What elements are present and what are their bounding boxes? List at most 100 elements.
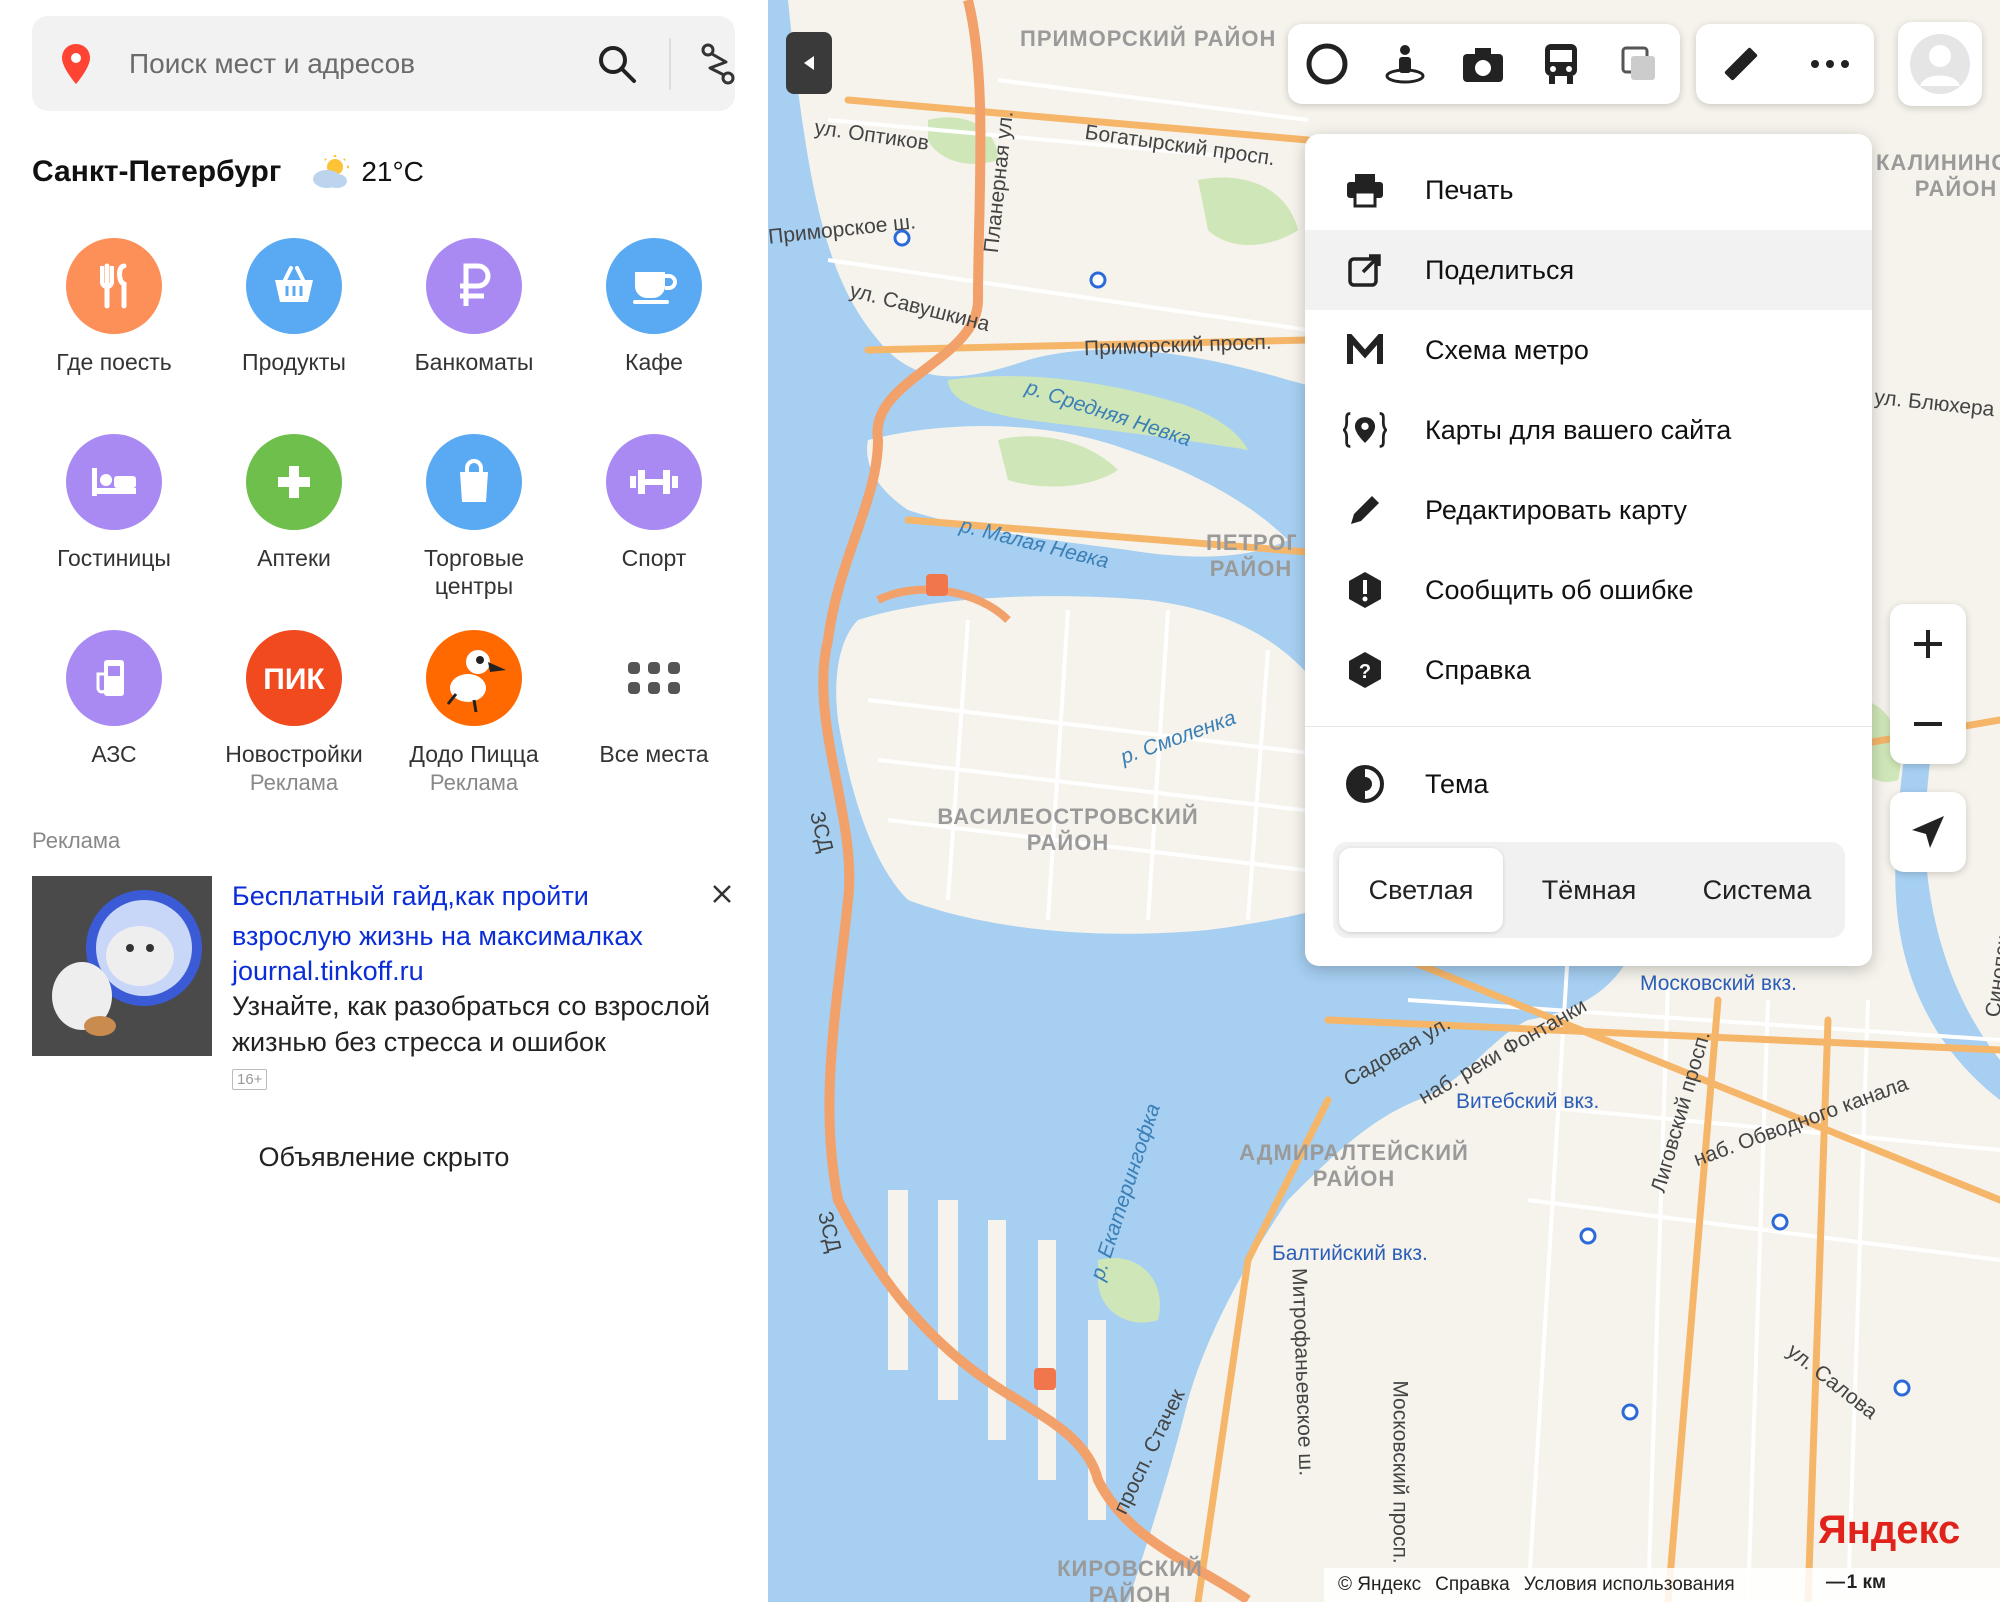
share-icon (1343, 248, 1387, 292)
ad-title-link[interactable]: Бесплатный гайд,как пройти взрослую жизн… (232, 876, 712, 956)
basket-icon (246, 238, 342, 334)
ad-domain-link[interactable]: journal.tinkoff.ru (232, 956, 424, 987)
category-dodo[interactable]: Додо Пицца Реклама (384, 630, 564, 798)
menu-item-report-error[interactable]: Сообщить об ошибке (1305, 550, 1872, 630)
dodo-logo (426, 630, 522, 726)
theme-contrast-icon (1343, 762, 1387, 806)
svg-text:ПИК: ПИК (263, 663, 325, 696)
category-label: Торговые центры (423, 545, 525, 599)
ruble-icon (426, 238, 522, 334)
menu-item-label: Схема метро (1425, 334, 1589, 365)
terms-link[interactable]: Условия использования (1524, 1574, 1735, 1596)
user-avatar[interactable] (1898, 22, 1982, 106)
warning-icon (1343, 568, 1387, 612)
category-label: Додо Пицца (409, 741, 539, 767)
help-link[interactable]: Справка (1435, 1574, 1510, 1596)
collapse-sidebar-button[interactable] (786, 32, 832, 94)
layers-button[interactable] (1600, 24, 1678, 104)
scale-bar: — (1826, 1572, 1847, 1593)
street-view-icon (1385, 45, 1425, 84)
camera-icon (1463, 48, 1503, 82)
menu-item-theme: Тема (1305, 744, 1872, 824)
ad-age-badge: 16+ (232, 1069, 268, 1090)
city-name[interactable]: Санкт-Петербург (32, 155, 281, 189)
menu-item-embed[interactable]: Карты для вашего сайта (1305, 390, 1872, 470)
category-food[interactable]: Где поесть (24, 238, 204, 376)
chevron-left-icon (804, 56, 814, 70)
map-layer-button[interactable] (1288, 24, 1366, 104)
theme-option-light[interactable]: Светлая (1339, 848, 1503, 932)
my-location-button[interactable] (1890, 792, 1966, 872)
map-canvas[interactable]: ПРИМОРСКИЙ РАЙОН КАЛИНИНСКИЙ РАЙОН ПЕТРО… (768, 0, 2000, 1602)
theme-option-dark[interactable]: Тёмная (1507, 848, 1671, 932)
category-malls[interactable]: Торговые центры (384, 434, 564, 600)
theme-option-system[interactable]: Система (1675, 848, 1839, 932)
map-scale: — 1 км (1826, 1572, 1886, 1594)
zoom-in-button[interactable] (1890, 604, 1966, 684)
ad-text: Узнайте, как разобраться со взрослой жиз… (232, 991, 711, 1057)
menu-item-help[interactable]: ? Справка (1305, 630, 1872, 710)
category-sport[interactable]: Спорт (564, 434, 744, 572)
photo-layer-button[interactable] (1444, 24, 1522, 104)
dumbbell-icon (606, 434, 702, 530)
pencil-icon (1343, 488, 1387, 532)
category-groceries[interactable]: Продукты (204, 238, 384, 376)
user-icon (1910, 34, 1970, 94)
category-hotels[interactable]: Гостиницы (24, 434, 204, 572)
category-label: Кафе (625, 349, 683, 375)
transport-layer-button[interactable] (1522, 24, 1600, 104)
search-input[interactable] (127, 38, 571, 90)
category-label: Все места (599, 741, 709, 767)
category-atm[interactable]: Банкоматы (384, 238, 564, 376)
fuel-icon (66, 630, 162, 726)
layers-toolbar (1288, 24, 1680, 104)
menu-item-label: Поделиться (1425, 254, 1575, 285)
close-icon[interactable] (708, 880, 736, 908)
partly-cloudy-icon (313, 155, 350, 188)
menu-item-share[interactable]: Поделиться (1305, 230, 1872, 310)
search-icon[interactable] (597, 44, 637, 84)
category-label: Где поесть (56, 349, 172, 375)
zoom-out-button[interactable] (1890, 684, 1966, 764)
metro-icon (1343, 328, 1387, 372)
temperature: 21°C (361, 156, 424, 187)
menu-item-print[interactable]: Печать (1305, 150, 1872, 230)
more-button[interactable] (1785, 24, 1874, 104)
pik-logo: ПИК (246, 630, 342, 726)
category-label: Гостиницы (57, 545, 171, 571)
layers-icon (1621, 46, 1655, 80)
zoom-control (1890, 604, 1966, 764)
menu-item-metro[interactable]: Схема метро (1305, 310, 1872, 390)
menu-item-label: Карты для вашего сайта (1425, 414, 1732, 445)
ad-caption: Реклама (32, 828, 121, 853)
category-new-buildings[interactable]: ПИК Новостройки Реклама (204, 630, 384, 798)
fork-knife-icon (66, 238, 162, 334)
category-all-places[interactable]: Все места (564, 630, 744, 768)
ad-image[interactable] (32, 876, 212, 1056)
category-pharmacy[interactable]: Аптеки (204, 434, 384, 572)
more-dots-icon (1810, 60, 1849, 68)
category-fuel[interactable]: АЗС (24, 630, 204, 768)
panorama-button[interactable] (1366, 24, 1444, 104)
more-menu: Печать Поделиться Схема метро Карты для … (1305, 134, 1872, 966)
search-bar (32, 16, 735, 111)
category-label: Новостройки (225, 741, 363, 767)
yandex-logo[interactable]: Яндекс (1818, 1508, 1960, 1553)
route-icon[interactable] (698, 42, 738, 86)
city-row: Санкт-Петербург 21°C (32, 150, 424, 194)
category-ad-label: Реклама (249, 770, 339, 795)
plus-icon (246, 434, 342, 530)
ad-hidden-notice: Объявление скрыто (258, 1142, 510, 1172)
category-label: Аптеки (257, 545, 331, 571)
menu-item-edit-map[interactable]: Редактировать карту (1305, 470, 1872, 550)
shopping-bag-icon (426, 434, 522, 530)
printer-icon (1343, 168, 1387, 212)
menu-item-label: Редактировать карту (1425, 494, 1688, 525)
map-footer: © Яндекс Справка Условия использования (1324, 1568, 2000, 1602)
category-cafe[interactable]: Кафе (564, 238, 744, 376)
category-label: Продукты (242, 349, 346, 375)
ruler-icon (1724, 47, 1757, 81)
copyright-link[interactable]: © Яндекс (1338, 1574, 1421, 1596)
ruler-button[interactable] (1696, 24, 1785, 104)
cup-icon (606, 238, 702, 334)
